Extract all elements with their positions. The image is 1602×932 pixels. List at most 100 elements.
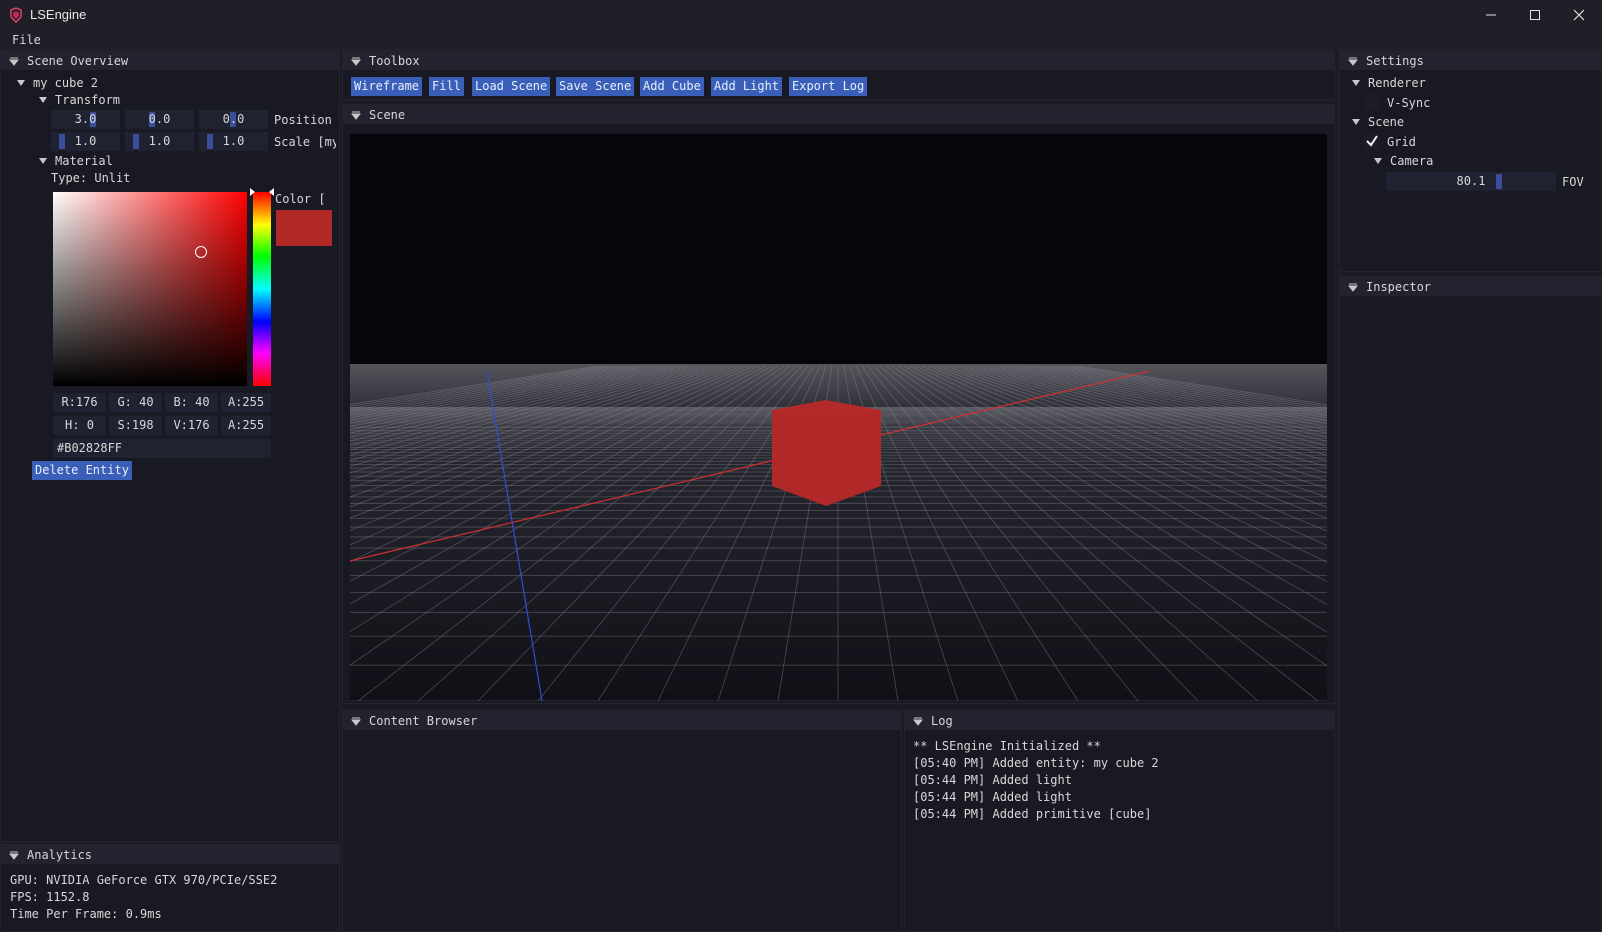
minimize-button[interactable] [1468, 0, 1514, 30]
green-channel-field[interactable]: G: 40 [109, 393, 162, 412]
panel-title: Scene Overview [27, 53, 129, 68]
hue-field[interactable]: H: 0 [53, 416, 106, 435]
transform-tree-node[interactable]: Transform [39, 93, 120, 107]
hex-color-input[interactable]: #B02828FF [53, 439, 271, 458]
color-preview-swatch[interactable] [276, 210, 332, 246]
scene-viewport[interactable] [350, 134, 1327, 701]
material-tree-node[interactable]: Material [39, 154, 113, 168]
position-z-drag[interactable]: 0.0 [199, 110, 268, 129]
analytics-header[interactable]: Analytics [1, 845, 339, 864]
checkmark-icon [1366, 135, 1378, 147]
inspector-header[interactable]: Inspector [1340, 277, 1601, 296]
scene-overview-panel: Scene Overview my cube 2 Transform 3.0 0… [0, 50, 340, 842]
blue-channel-field[interactable]: B: 40 [165, 393, 218, 412]
scene-tree-node[interactable]: Scene [1352, 115, 1404, 129]
collapse-arrow-icon [913, 717, 923, 726]
export-log-button[interactable]: Export Log [789, 77, 868, 96]
content-browser-header[interactable]: Content Browser [343, 711, 901, 730]
add-light-button[interactable]: Add Light [711, 77, 783, 96]
log-panel: Log ** LSEngine Initialized ** [05:40 PM… [904, 710, 1335, 932]
log-header[interactable]: Log [905, 711, 1334, 730]
toolbox-header[interactable]: Toolbox [343, 51, 1334, 70]
settings-header[interactable]: Settings [1340, 51, 1601, 70]
expand-arrow-icon [1352, 80, 1360, 86]
scene-panel: Scene [342, 104, 1335, 704]
fov-label: FOV [1562, 175, 1584, 189]
title-bar: LSEngine [0, 0, 1602, 30]
renderer-label: Renderer [1368, 76, 1426, 90]
collapse-arrow-icon [9, 851, 19, 860]
grid-checkbox[interactable] [1364, 133, 1380, 149]
panel-title: Inspector [1366, 279, 1432, 294]
camera-tree-node[interactable]: Camera [1374, 154, 1433, 168]
wireframe-button[interactable]: Wireframe [351, 77, 423, 96]
position-y-drag[interactable]: 0.0 [125, 110, 194, 129]
panel-title: Settings [1366, 53, 1424, 68]
scale-y-drag[interactable]: 1.0 [125, 132, 194, 151]
saturation-field[interactable]: S:198 [109, 416, 162, 435]
alpha-hsv-field[interactable]: A:255 [221, 416, 271, 435]
drag-grab [207, 134, 213, 149]
save-scene-button[interactable]: Save Scene [556, 77, 635, 96]
frame-time-info: Time Per Frame: 0.9ms [10, 907, 162, 921]
fps-info: FPS: 1152.8 [10, 890, 90, 904]
gpu-info: GPU: NVIDIA GeForce GTX 970/PCIe/SSE2 [10, 873, 278, 887]
collapse-arrow-icon [351, 717, 361, 726]
scene-overview-header[interactable]: Scene Overview [1, 51, 339, 70]
collapse-arrow-icon [351, 111, 361, 120]
log-line: [05:40 PM] Added entity: my cube 2 [913, 756, 1159, 770]
expand-arrow-icon [17, 80, 25, 86]
value-field[interactable]: V:176 [165, 416, 218, 435]
material-label: Material [55, 154, 113, 168]
panel-title: Content Browser [369, 713, 478, 728]
fov-slider[interactable]: 80.1 [1386, 172, 1556, 191]
vsync-checkbox[interactable] [1364, 94, 1380, 110]
cube-mesh[interactable] [772, 400, 881, 506]
scene-header[interactable]: Scene [343, 105, 1334, 124]
close-button[interactable] [1556, 0, 1602, 30]
hue-slider[interactable] [250, 188, 274, 386]
log-line: ** LSEngine Initialized ** [913, 739, 1101, 753]
maximize-button[interactable] [1512, 0, 1558, 30]
panel-title: Log [931, 713, 953, 728]
material-type: Type: Unlit [51, 171, 131, 185]
panel-title: Scene [369, 107, 406, 122]
alpha-channel-field[interactable]: A:255 [221, 393, 271, 412]
collapse-arrow-icon [1348, 283, 1358, 292]
color-picker-cursor[interactable] [195, 246, 207, 258]
fill-button[interactable]: Fill [429, 77, 464, 96]
entity-name: my cube 2 [33, 76, 99, 90]
log-line: [05:44 PM] Added light [913, 790, 1072, 804]
panel-title: Toolbox [369, 53, 420, 68]
maximize-icon [1530, 10, 1540, 20]
vsync-label: V-Sync [1387, 96, 1431, 110]
position-x-drag[interactable]: 3.0 [51, 110, 120, 129]
panel-title: Analytics [27, 847, 93, 862]
menu-file[interactable]: File [12, 33, 41, 47]
content-browser-panel: Content Browser [342, 710, 902, 932]
scene-settings-label: Scene [1368, 115, 1405, 129]
color-label: Color [ [275, 192, 326, 206]
delete-entity-button[interactable]: Delete Entity [32, 461, 132, 480]
menu-bar: File [0, 30, 1602, 50]
color-saturation-value-picker[interactable] [53, 192, 247, 386]
red-channel-field[interactable]: R:176 [53, 393, 106, 412]
settings-panel: Settings Renderer V-Sync Scene Grid Came… [1339, 50, 1602, 272]
add-cube-button[interactable]: Add Cube [640, 77, 704, 96]
hue-marker-icon [250, 188, 274, 196]
drag-grab [133, 134, 139, 149]
grid-label: Grid [1387, 135, 1416, 149]
load-scene-button[interactable]: Load Scene [472, 77, 551, 96]
transform-label: Transform [55, 93, 121, 107]
scale-z-drag[interactable]: 1.0 [199, 132, 268, 151]
renderer-tree-node[interactable]: Renderer [1352, 76, 1426, 90]
expand-arrow-icon [1352, 119, 1360, 125]
drag-grab [59, 134, 65, 149]
collapse-arrow-icon [351, 57, 361, 66]
scale-x-drag[interactable]: 1.0 [51, 132, 120, 151]
close-icon [1573, 9, 1585, 21]
toolbox-buttons: Wireframe Fill Load Scene Save Scene Add… [351, 77, 1311, 96]
camera-label: Camera [1390, 154, 1434, 168]
app-logo-icon [10, 7, 22, 23]
entity-tree-node[interactable]: my cube 2 [17, 76, 98, 90]
